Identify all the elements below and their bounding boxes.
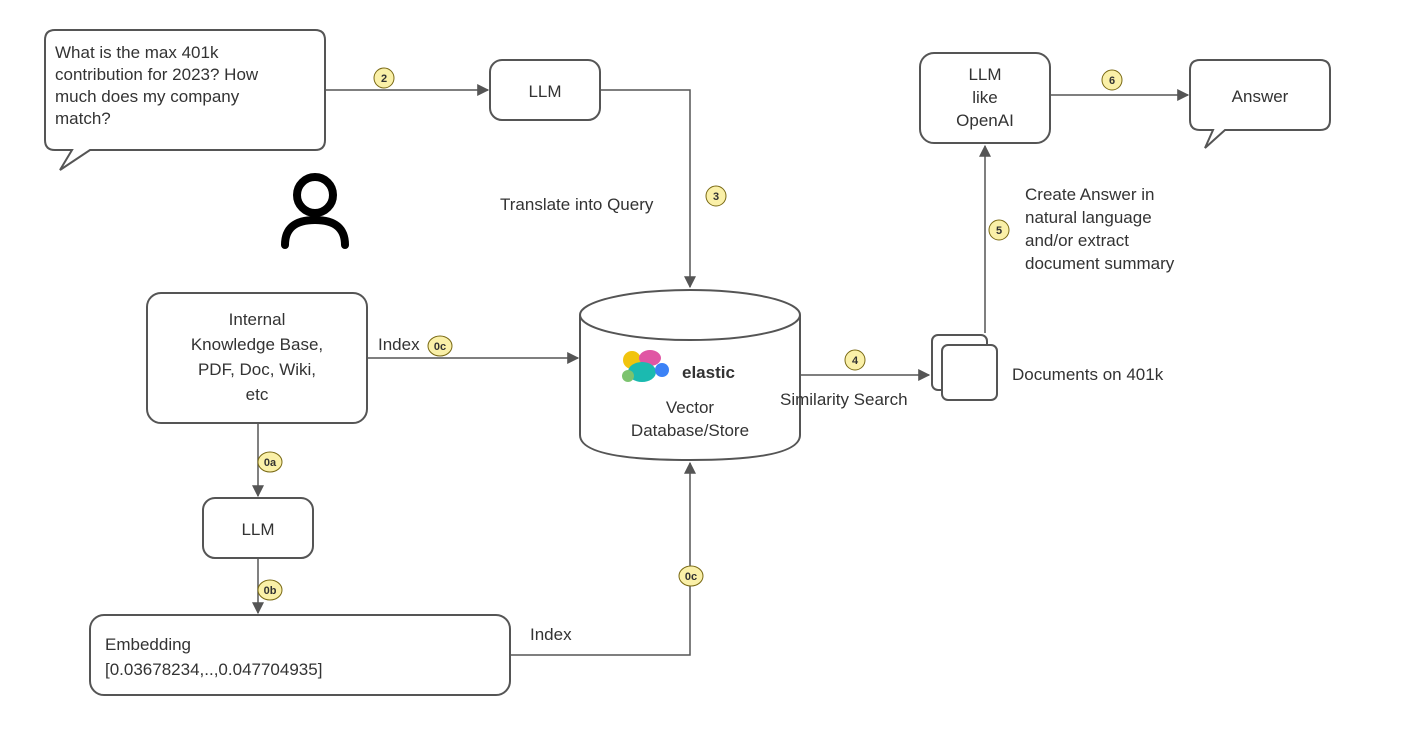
badge-2: 2 <box>374 68 394 88</box>
llm-openai-box: LLM like OpenAI <box>920 53 1050 143</box>
vector-db-cylinder: elastic Vector Database/Store <box>580 290 800 460</box>
svg-text:0b: 0b <box>264 585 277 597</box>
badge-5: 5 <box>989 220 1009 240</box>
question-line-1: contribution for 2023? How <box>55 65 259 84</box>
kb-line-3: etc <box>246 385 269 404</box>
documents-label: Documents on 401k <box>1012 365 1164 384</box>
knowledge-base-box: Internal Knowledge Base, PDF, Doc, Wiki,… <box>147 293 367 423</box>
badge-0b: 0b <box>258 580 282 600</box>
svg-text:0c: 0c <box>685 571 697 583</box>
badge-4: 4 <box>845 350 865 370</box>
kb-line-0: Internal <box>229 310 286 329</box>
createanswer-line-0: Create Answer in <box>1025 185 1154 204</box>
documents-stack: Documents on 401k <box>932 335 1164 400</box>
elastic-brand: elastic <box>682 363 735 382</box>
user-icon <box>285 177 345 245</box>
question-bubble: What is the max 401k contribution for 20… <box>45 30 325 170</box>
createanswer-line-3: document summary <box>1025 254 1175 273</box>
svg-text:5: 5 <box>996 225 1002 237</box>
kb-line-1: Knowledge Base, <box>191 335 323 354</box>
answer-label: Answer <box>1232 87 1289 106</box>
vectordb-line-0: Vector <box>666 398 715 417</box>
svg-text:6: 6 <box>1109 75 1115 87</box>
svg-text:0c: 0c <box>434 341 446 353</box>
badge-0c-1: 0c <box>428 336 452 356</box>
svg-text:4: 4 <box>852 355 859 367</box>
question-line-3: match? <box>55 109 111 128</box>
arrow-llm1-db <box>600 90 690 287</box>
svg-text:3: 3 <box>713 191 719 203</box>
question-line-2: much does my company <box>55 87 240 106</box>
llm2-label: LLM <box>241 520 274 539</box>
embedding-line-0: Embedding <box>105 635 191 654</box>
badge-0c-2: 0c <box>679 566 703 586</box>
llm-box-1: LLM <box>490 60 600 120</box>
answer-bubble: Answer <box>1190 60 1330 148</box>
badge-0a: 0a <box>258 452 282 472</box>
badge-3: 3 <box>706 186 726 206</box>
llm3-line-1: like <box>972 88 998 107</box>
llm3-line-0: LLM <box>968 65 1001 84</box>
index2-label: Index <box>530 625 572 644</box>
translate-label: Translate into Query <box>500 195 654 214</box>
createanswer-line-1: natural language <box>1025 208 1152 227</box>
badge-6: 6 <box>1102 70 1122 90</box>
vectordb-line-1: Database/Store <box>631 421 749 440</box>
llm1-label: LLM <box>528 82 561 101</box>
kb-line-2: PDF, Doc, Wiki, <box>198 360 316 379</box>
svg-text:0a: 0a <box>264 457 277 469</box>
embedding-box: Embedding [0.03678234,..,0.047704935] <box>90 615 510 695</box>
similarity-label: Similarity Search <box>780 390 908 409</box>
llm-box-2: LLM <box>203 498 313 558</box>
svg-text:2: 2 <box>381 73 387 85</box>
question-line-0: What is the max 401k <box>55 43 219 62</box>
embedding-line-1: [0.03678234,..,0.047704935] <box>105 660 322 679</box>
createanswer-line-2: and/or extract <box>1025 231 1129 250</box>
index1-label: Index <box>378 335 420 354</box>
llm3-line-2: OpenAI <box>956 111 1014 130</box>
